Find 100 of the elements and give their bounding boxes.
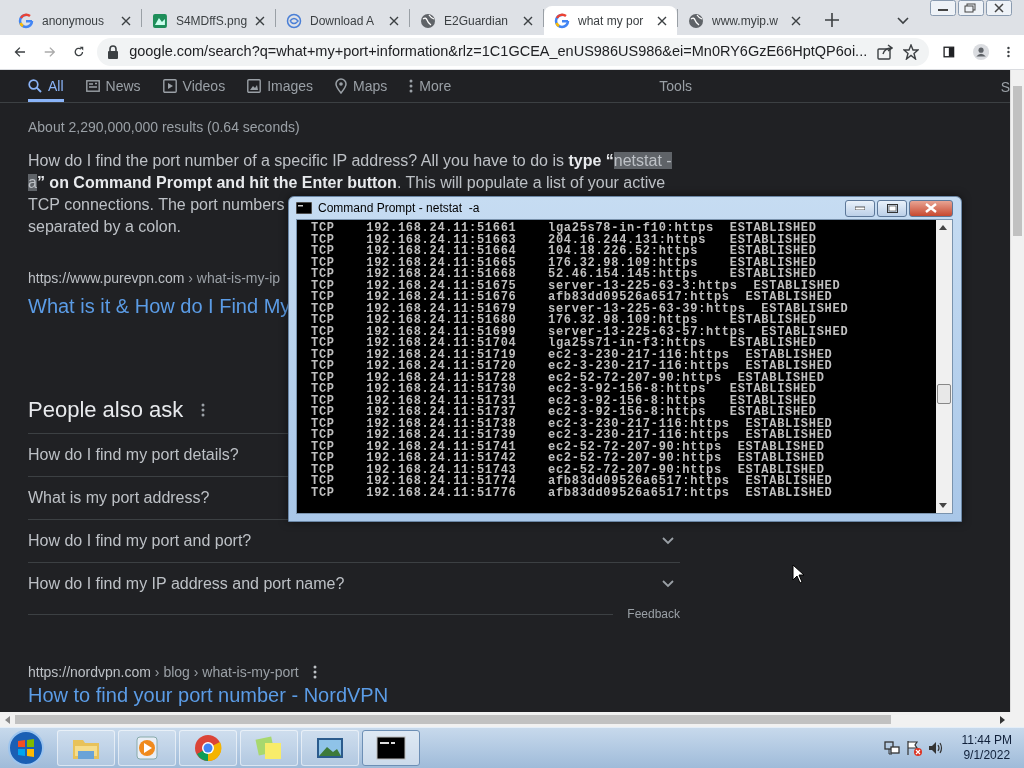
close-icon[interactable] <box>657 15 667 26</box>
console-line: TCP 192.168.24.11:51676 afb83dd09526a6517:https ESTABLISHED <box>311 292 833 304</box>
chevron-down-icon[interactable] <box>662 537 674 545</box>
close-icon[interactable] <box>523 15 533 26</box>
tab-title: www.myip.w <box>712 12 778 30</box>
media-player-icon <box>134 735 160 761</box>
tools-button[interactable]: Tools <box>659 75 692 97</box>
result-url[interactable]: https://www.purevpn.com › what-is-my-ip <box>28 269 281 287</box>
search-tab[interactable]: Videos <box>162 70 226 102</box>
more-icon[interactable] <box>312 665 317 679</box>
google-icon <box>18 12 34 29</box>
close-icon[interactable] <box>255 15 265 26</box>
back-icon[interactable] <box>14 44 26 60</box>
vertical-scrollbar[interactable] <box>936 220 952 513</box>
console-line: TCP 192.168.24.11:51737 ec2-3-92-156-8:https ESTABLISHED <box>311 407 817 419</box>
question-link[interactable]: What is my port address? <box>28 486 210 510</box>
tab-title: S4MDffS.png <box>175 12 248 30</box>
play-icon <box>162 79 177 93</box>
feedback-link[interactable]: Feedback <box>627 605 680 623</box>
close-icon[interactable] <box>986 0 1012 16</box>
horizontal-scrollbar[interactable] <box>0 712 1024 727</box>
console-line: TCP 192.168.24.11:51742 ec2-52-72-207-90:https ESTABLISHED <box>311 453 825 465</box>
console-line: TCP 192.168.24.11:51663 204.16.244.131:https ESTABLISHED <box>311 234 817 246</box>
browser-tab[interactable]: E2Guardian <box>410 6 543 35</box>
scroll-up-icon[interactable] <box>939 225 947 230</box>
search-icon <box>28 79 42 93</box>
search-tab[interactable]: News <box>85 70 141 102</box>
chrome-icon <box>194 734 222 762</box>
forward-icon <box>43 44 56 60</box>
share-icon[interactable] <box>877 44 894 60</box>
taskbar-button[interactable] <box>362 730 420 766</box>
browser-tab[interactable]: S4MDffS.png <box>142 6 275 35</box>
restore-icon[interactable] <box>958 0 984 16</box>
console-line: TCP 192.168.24.11:51680 176.32.98.109:https ESTABLISHED <box>311 315 817 327</box>
scroll-right-icon[interactable] <box>998 715 1006 724</box>
snippet-text: separated by a colon. <box>28 217 181 237</box>
tab-title: Download A <box>310 12 375 30</box>
clock-time[interactable]: 11:44 PM <box>961 733 1012 748</box>
console-line: TCP 192.168.24.11:51661 lga25s78-in-f10:https ESTABLISHED <box>311 223 817 235</box>
scrollbar-thumb[interactable] <box>15 715 891 724</box>
newspaper-icon <box>85 80 100 92</box>
scrollbar-thumb[interactable] <box>937 384 951 404</box>
start-button[interactable] <box>6 729 46 767</box>
browser-tab[interactable]: what my por <box>544 6 677 35</box>
image-icon <box>247 79 262 93</box>
console-line: TCP 192.168.24.11:51728 ec2-52-72-207-90:https ESTABLISHED <box>311 372 825 384</box>
console-line: TCP 192.168.24.11:51776 afb83dd09526a6517:https ESTABLISHED <box>311 487 833 499</box>
scroll-left-icon[interactable] <box>4 715 12 724</box>
scrollbar-thumb[interactable] <box>1013 86 1022 236</box>
minimize-icon[interactable] <box>930 0 956 16</box>
swirl-icon <box>286 12 302 29</box>
search-tab[interactable]: More <box>409 70 452 102</box>
console-line: TCP 192.168.24.11:51668 52.46.154.145:https ESTABLISHED <box>311 269 817 281</box>
side-panel-icon[interactable] <box>943 44 955 60</box>
scroll-down-icon[interactable] <box>939 503 947 508</box>
question-link[interactable]: How do I find my port and port? <box>28 529 252 553</box>
browser-tab[interactable]: Download A <box>276 6 409 35</box>
snippet-text: a” on Command Prompt and hit the Enter button. This will populate a list of your active <box>28 173 666 193</box>
browser-tab[interactable]: www.myip.w <box>678 6 811 35</box>
console-line: TCP 192.168.24.11:51679 server-13-225-63-39:https ESTABLISHED <box>311 303 849 315</box>
network-icon[interactable] <box>883 740 900 756</box>
vertical-scrollbar[interactable] <box>1010 70 1024 712</box>
question-link[interactable]: How do I find my IP address and port name? <box>28 572 345 596</box>
section-heading: People also ask <box>28 396 184 424</box>
console-line: TCP 192.168.24.11:51704 lga25s71-in-f3:https ESTABLISHED <box>311 338 817 350</box>
map-pin-icon <box>335 78 348 94</box>
console-line: TCP 192.168.24.11:51743 ec2-52-72-207-90:https ESTABLISHED <box>311 464 825 476</box>
flag-icon[interactable] <box>905 740 922 756</box>
profile-icon[interactable] <box>972 41 990 63</box>
plus-icon[interactable] <box>825 13 839 27</box>
more-icon[interactable] <box>201 403 206 417</box>
close-icon[interactable] <box>791 15 801 26</box>
window-title: Command Prompt - netstat -a <box>318 200 480 217</box>
search-tab[interactable]: Maps <box>335 70 388 102</box>
result-link[interactable]: How to find your port number - NordVPN <box>28 683 389 707</box>
close-icon[interactable] <box>389 15 399 26</box>
maximize-icon <box>886 203 898 213</box>
search-tab[interactable]: All <box>28 70 64 102</box>
chevron-down-icon[interactable] <box>897 17 909 25</box>
search-tab[interactable]: S <box>1000 77 1010 98</box>
maximize-button[interactable] <box>877 199 907 217</box>
speaker-icon[interactable] <box>927 740 944 756</box>
more-icon <box>409 79 414 93</box>
console-line: TCP 192.168.24.11:51741 ec2-52-72-207-90:https ESTABLISHED <box>311 441 825 453</box>
result-url-text[interactable]: https://nordvpn.com › blog › what-is-my-port <box>28 663 299 681</box>
question-link[interactable]: How do I find my port details? <box>28 443 239 467</box>
tab-title: anonymous <box>42 12 105 30</box>
close-icon[interactable] <box>121 15 131 26</box>
result-link[interactable]: What is it & How do I Find My <box>28 293 291 319</box>
minimize-button[interactable] <box>845 199 875 217</box>
browser-tab[interactable]: anonymous <box>8 6 141 35</box>
console-line: TCP 192.168.24.11:51774 afb83dd09526a6517:https ESTABLISHED <box>311 476 833 488</box>
chevron-down-icon[interactable] <box>662 580 674 588</box>
close-button[interactable] <box>909 199 953 217</box>
console-line: TCP 192.168.24.11:51719 ec2-3-230-217-116:https ESTABLISHED <box>311 349 833 361</box>
menu-icon[interactable] <box>1007 44 1010 60</box>
clock-date[interactable]: 9/1/2022 <box>961 748 1012 763</box>
search-tab[interactable]: Images <box>247 70 314 102</box>
lock-icon <box>107 45 120 59</box>
star-icon[interactable] <box>903 44 920 60</box>
